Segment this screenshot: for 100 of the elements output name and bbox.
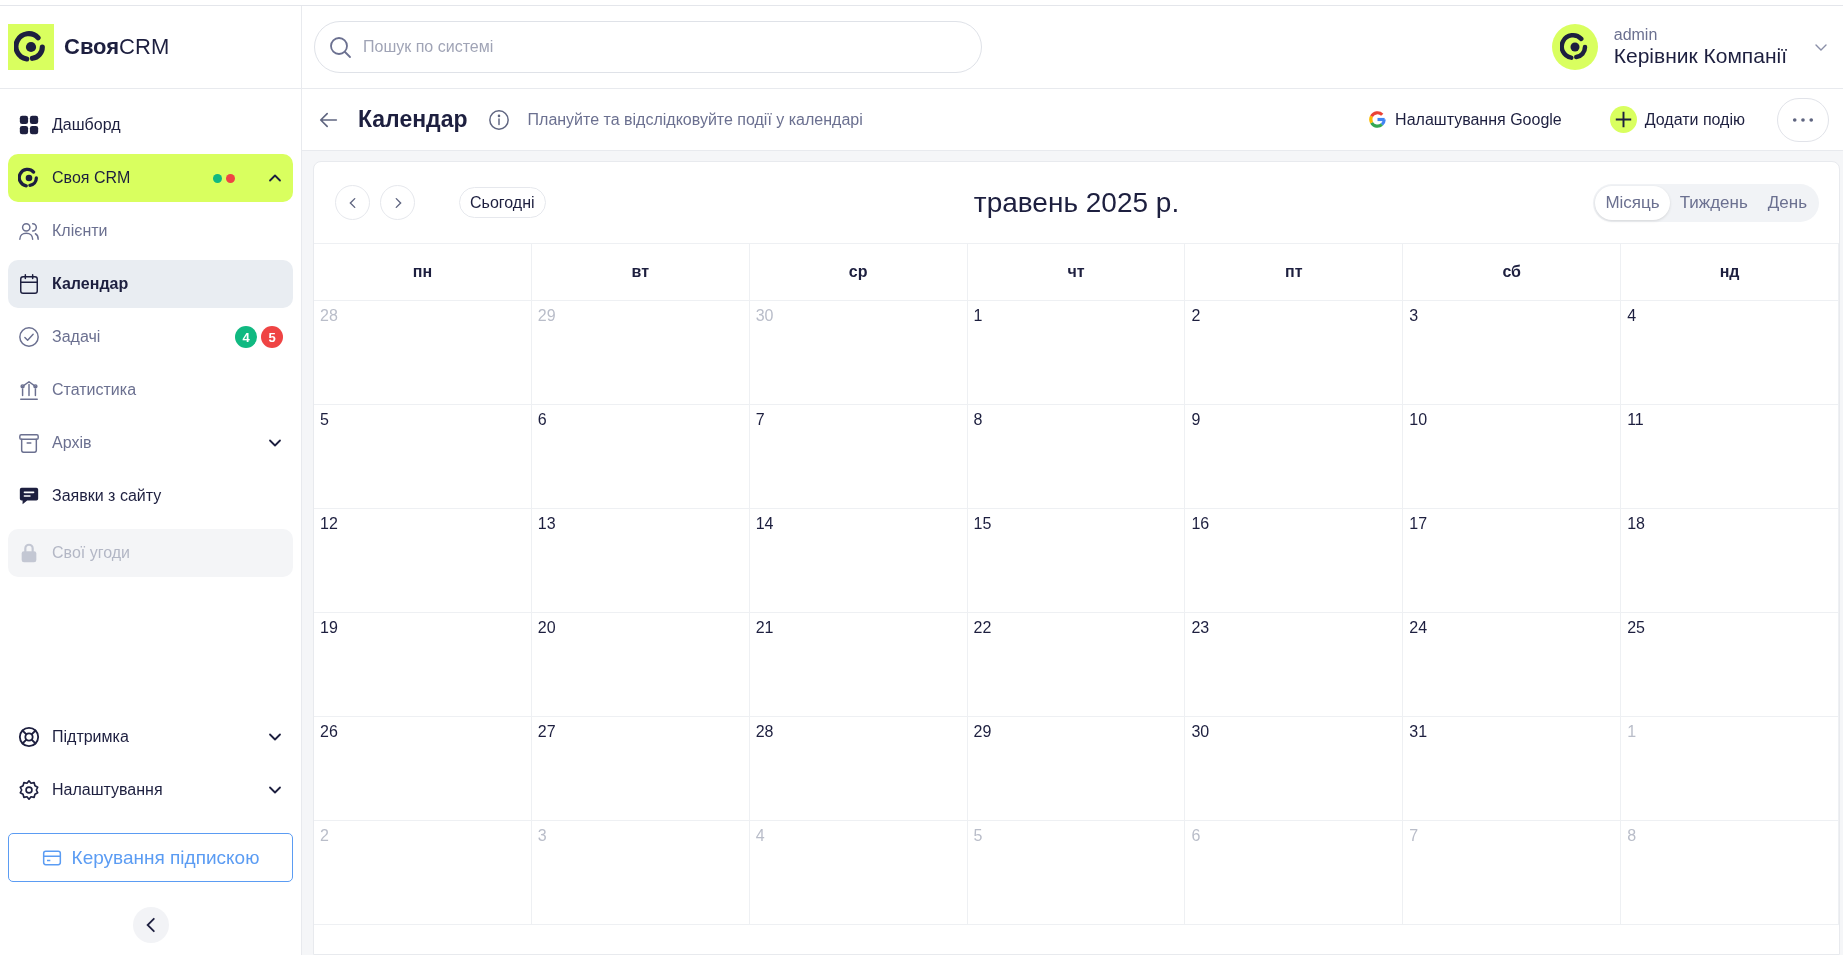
day-number: 25 <box>1627 619 1645 636</box>
day-number: 5 <box>320 411 329 428</box>
day-number: 3 <box>537 827 547 844</box>
day-number: 2 <box>320 827 329 844</box>
day-cell[interactable]: 29 <box>967 717 1186 821</box>
day-cell[interactable]: 24 <box>1403 613 1622 717</box>
day-cell[interactable]: 20 <box>531 613 750 717</box>
add-event-button[interactable]: Додати подію <box>1603 105 1751 134</box>
weekday-header: ср <box>749 244 968 301</box>
day-cell[interactable]: 10 <box>1403 405 1622 509</box>
day-number: 10 <box>1409 411 1428 428</box>
day-number: 30 <box>755 307 774 324</box>
day-number: 4 <box>1627 307 1637 324</box>
day-number: 21 <box>755 619 774 636</box>
chart-icon <box>18 379 40 401</box>
check-circle-icon <box>18 326 40 348</box>
day-cell[interactable]: 3 <box>1403 301 1622 405</box>
day-cell[interactable]: 18 <box>1621 509 1839 613</box>
day-number: 28 <box>755 723 774 740</box>
nav-item[interactable]: Клієнти <box>8 207 293 255</box>
search-icon <box>328 35 352 59</box>
nav-item[interactable]: Статистика <box>8 366 293 414</box>
day-number: 18 <box>1627 515 1645 532</box>
nav-item[interactable]: Архів <box>8 419 293 467</box>
page-subtitle: Плануйте та відслідковуйте події у календарі <box>527 110 863 129</box>
day-cell[interactable]: 31 <box>1403 717 1622 821</box>
day-number: 2 <box>1191 307 1201 324</box>
nav-item[interactable]: Заявки з сайту <box>8 472 293 520</box>
day-number: 3 <box>1409 307 1419 324</box>
weekday-header: вт <box>531 244 750 301</box>
day-cell[interactable]: 26 <box>314 717 532 821</box>
day-cell[interactable]: 22 <box>967 613 1186 717</box>
day-cell[interactable]: 14 <box>749 509 968 613</box>
nav-item[interactable]: Налаштування <box>8 766 293 814</box>
count-badge: 4 <box>235 326 257 348</box>
user-name: admin <box>1613 26 1659 44</box>
day-number: 1 <box>1627 723 1637 740</box>
brand-mark-icon <box>18 167 40 189</box>
day-cell[interactable]: 12 <box>314 509 532 613</box>
avatar-icon <box>1551 24 1598 70</box>
nav-item[interactable]: Своя CRM <box>8 154 293 202</box>
google-settings-button[interactable]: Налаштування Google <box>1362 109 1568 130</box>
archive-box-icon <box>18 432 40 454</box>
day-cell[interactable]: 1 <box>967 301 1186 405</box>
day-number: 1 <box>973 307 983 324</box>
day-number: 15 <box>973 515 992 532</box>
nav-item[interactable]: Підтримка <box>8 713 293 761</box>
view-tab[interactable]: День <box>1757 185 1817 220</box>
day-cell[interactable]: 7 <box>749 405 968 509</box>
g-logo-icon <box>1368 110 1388 129</box>
day-cell[interactable]: 15 <box>967 509 1186 613</box>
day-number: 5 <box>973 827 983 844</box>
day-number: 26 <box>320 723 338 740</box>
search-field[interactable]: Пошук по системі <box>314 21 982 73</box>
day-cell[interactable]: 4 <box>1621 301 1839 405</box>
day-cell[interactable]: 27 <box>531 717 750 821</box>
logo-icon <box>8 24 54 70</box>
day-number: 27 <box>537 723 556 740</box>
nav-item[interactable]: Дашборд <box>8 101 293 149</box>
day-number: 23 <box>1191 619 1210 636</box>
info-icon[interactable] <box>487 108 510 131</box>
day-number: 31 <box>1409 723 1428 740</box>
day-number: 29 <box>537 307 556 324</box>
day-cell[interactable]: 19 <box>314 613 532 717</box>
day-cell[interactable]: 28 <box>749 717 968 821</box>
page-title: Календар <box>358 106 468 133</box>
day-number: 16 <box>1191 515 1210 532</box>
day-cell[interactable]: 11 <box>1621 405 1839 509</box>
user-role: Керівник Компанії <box>1613 44 1787 68</box>
day-cell[interactable]: 17 <box>1403 509 1622 613</box>
nav-item[interactable]: Задачі 4 5 <box>8 313 293 361</box>
collapse-sidebar-button[interactable] <box>132 907 169 943</box>
users-icon <box>18 220 40 242</box>
view-tab[interactable]: Тиждень <box>1669 185 1758 220</box>
day-number: 4 <box>755 827 765 844</box>
day-number: 12 <box>320 515 338 532</box>
weekday-header: пт <box>1185 244 1404 301</box>
day-number: 11 <box>1627 411 1644 428</box>
day-cell[interactable]: 2 <box>1185 301 1404 405</box>
day-number: 17 <box>1409 515 1428 532</box>
day-cell[interactable]: 5 <box>314 405 532 509</box>
lifebuoy-icon <box>18 726 40 748</box>
day-cell[interactable]: 13 <box>531 509 750 613</box>
calendar-icon <box>18 273 40 295</box>
day-cell[interactable]: 6 <box>531 405 750 509</box>
day-cell[interactable]: 25 <box>1621 613 1839 717</box>
day-number: 8 <box>1627 827 1637 844</box>
logo-text: СвояCRM <box>64 34 170 60</box>
day-cell[interactable]: 16 <box>1185 509 1404 613</box>
day-cell[interactable]: 30 <box>1185 717 1404 821</box>
plus-icon <box>1609 106 1637 133</box>
view-tab[interactable]: Місяць <box>1595 185 1670 220</box>
day-cell[interactable]: 8 <box>967 405 1186 509</box>
count-badge: 5 <box>261 326 283 348</box>
day-cell[interactable]: 9 <box>1185 405 1404 509</box>
day-number: 29 <box>973 723 992 740</box>
day-cell[interactable]: 23 <box>1185 613 1404 717</box>
day-cell[interactable]: 21 <box>749 613 968 717</box>
nav-item[interactable]: Календар <box>8 260 293 308</box>
day-number: 7 <box>1409 827 1419 844</box>
